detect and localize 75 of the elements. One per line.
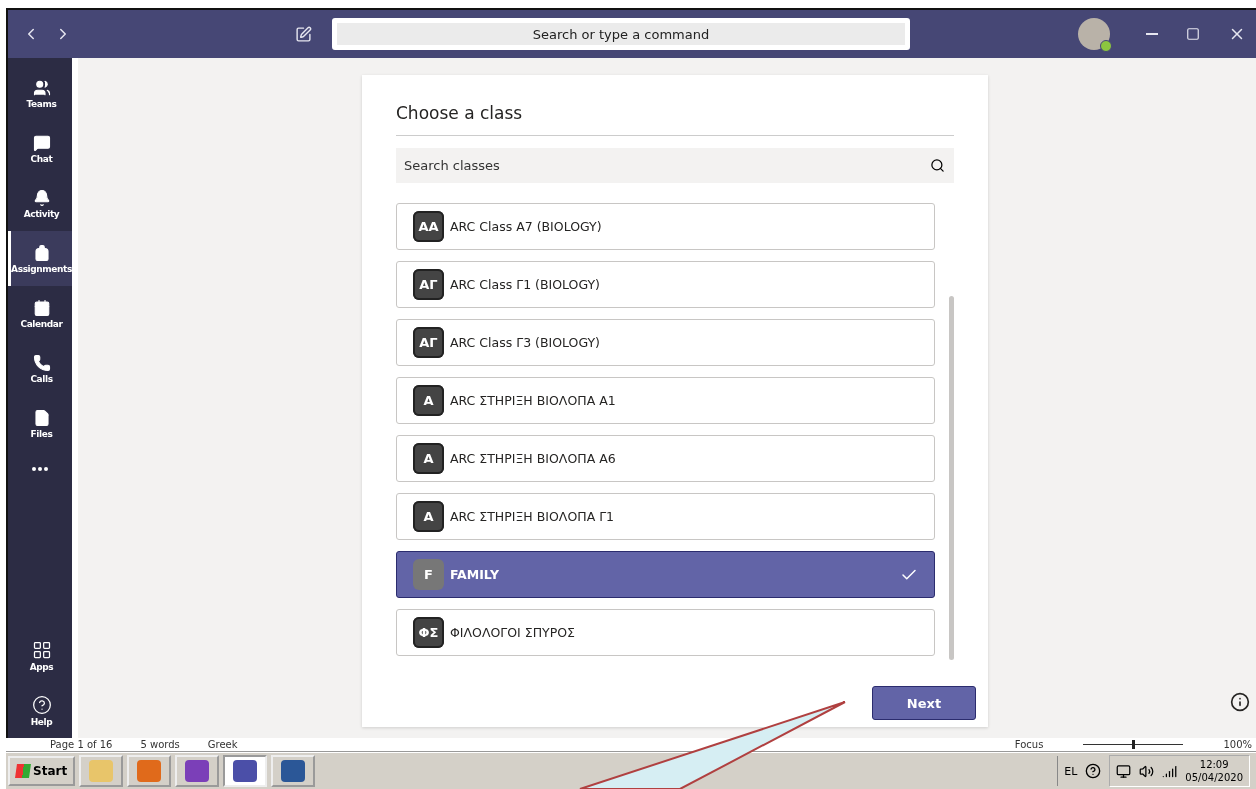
backpack-icon [32, 243, 51, 262]
zoom-level: 100% [1223, 739, 1252, 750]
volume-icon[interactable] [1139, 763, 1155, 779]
minimize-icon [1146, 33, 1158, 35]
help-icon [31, 694, 52, 715]
monitor-icon[interactable] [1116, 763, 1132, 779]
class-initials: ΦΣ [413, 617, 444, 648]
class-item[interactable]: F FAMILY [396, 551, 936, 598]
start-button[interactable]: Start [8, 756, 76, 786]
nav-item[interactable]: Teams [8, 66, 72, 121]
taskbar-app[interactable] [175, 755, 220, 787]
class-item[interactable]: A ARC ΣΤΗΡΙΞΗ ΒΙΟΛΟΠΑ Γ1 [396, 493, 936, 540]
class-initials: A [413, 443, 444, 474]
class-item[interactable]: ΑΓ ARC Class Γ3 (BIOLOGY) [396, 319, 936, 366]
clock[interactable]: 12:09 05/04/2020 [1185, 758, 1243, 784]
search-icon [930, 158, 945, 173]
maximize-button[interactable] [1186, 27, 1200, 41]
nav-item[interactable]: Assignments [8, 231, 72, 286]
class-initials: ΑΓ [413, 269, 444, 300]
nav-item[interactable]: Help [8, 683, 72, 738]
language-indicator[interactable]: EL [1064, 764, 1078, 778]
nav-item[interactable]: Chat [8, 121, 72, 176]
info-icon[interactable] [1230, 692, 1250, 712]
taskbar-app[interactable] [127, 755, 172, 787]
teams-icon [32, 78, 51, 97]
nav-item[interactable]: Calendar [8, 286, 72, 341]
class-initials: F [413, 559, 444, 590]
dialog-title: Choose a class [396, 103, 954, 136]
class-item[interactable]: A ARC ΣΤΗΡΙΞΗ ΒΙΟΛΟΠΑ Α6 [396, 435, 936, 482]
status-text: Greek [207, 739, 238, 750]
class-item[interactable]: ΑΓ ARC Class Γ1 (BIOLOGY) [396, 261, 936, 308]
pen-square-icon [295, 25, 312, 43]
class-item[interactable]: A ARC ΣΤΗΡΙΞΗ ΒΙΟΛΟΠΑ Α1 [396, 377, 936, 424]
nav-item[interactable]: Apps [8, 628, 72, 683]
class-name: ΦΙΛΟΛΟΓΟΙ ΣΠΥΡΟΣ [450, 625, 576, 640]
status-text: 5 words [140, 739, 180, 750]
bell-icon [32, 188, 51, 207]
presence-icon [1100, 40, 1112, 52]
class-initials: AA [413, 211, 444, 242]
apps-icon [31, 639, 52, 660]
class-search-field[interactable]: Search classes [396, 148, 954, 183]
taskbar-app[interactable] [223, 755, 268, 787]
class-name: ARC Class A7 (BIOLOGY) [450, 219, 603, 234]
phone-icon [32, 353, 51, 372]
avatar[interactable] [1078, 18, 1110, 50]
class-name: ARC Class Γ3 (BIOLOGY) [450, 335, 601, 350]
class-name: FAMILY [450, 567, 500, 582]
nav-item[interactable]: Files [8, 396, 72, 451]
zoom-slider-thumb[interactable] [1131, 740, 1135, 749]
class-name: ARC ΣΤΗΡΙΞΗ ΒΙΟΛΟΠΑ Α1 [450, 393, 617, 408]
signal-icon[interactable] [1162, 763, 1178, 779]
help-icon[interactable] [1085, 763, 1102, 779]
maximize-icon [1186, 27, 1200, 41]
compose-button[interactable] [295, 25, 312, 43]
class-initials: A [413, 385, 444, 416]
calendar-icon [32, 298, 51, 317]
focus-button[interactable]: Focus [1014, 739, 1044, 750]
class-initials: A [413, 501, 444, 532]
chat-icon [32, 133, 51, 152]
class-initials: ΑΓ [413, 327, 444, 358]
command-search-field[interactable]: Search or type a command [332, 18, 910, 50]
class-item[interactable]: ΦΣ ΦΙΛΟΛΟΓΟΙ ΣΠΥΡΟΣ [396, 609, 936, 656]
status-text: Page 1 of 16 [50, 739, 113, 750]
class-name: ARC Class Γ1 (BIOLOGY) [450, 277, 601, 292]
class-name: ARC ΣΤΗΡΙΞΗ ΒΙΟΛΟΠΑ Α6 [450, 451, 617, 466]
taskbar-app[interactable] [271, 755, 316, 787]
flag-icon [15, 764, 31, 778]
nav-item[interactable]: Calls [8, 341, 72, 396]
file-icon [32, 408, 51, 427]
scrollbar[interactable] [949, 296, 954, 660]
class-name: ARC ΣΤΗΡΙΞΗ ΒΙΟΛΟΠΑ Γ1 [450, 509, 616, 524]
ellipsis-icon [32, 467, 48, 471]
nav-item[interactable]: Activity [8, 176, 72, 231]
next-button[interactable]: Next [872, 686, 976, 720]
class-item[interactable]: AA ARC Class A7 (BIOLOGY) [396, 203, 936, 250]
